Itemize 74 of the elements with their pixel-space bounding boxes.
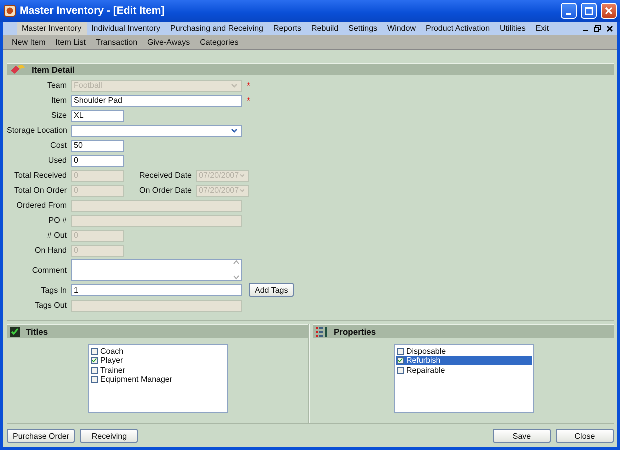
window-title: Master Inventory - [Edit Item]: [20, 5, 166, 17]
menu-item[interactable]: Window: [382, 22, 421, 35]
menu-item[interactable]: Settings: [344, 22, 383, 35]
panel-title: Titles: [26, 326, 48, 337]
menu-item[interactable]: Product Activation: [420, 22, 496, 35]
field-label: Item: [50, 96, 67, 106]
restore-icon[interactable]: [594, 25, 601, 32]
field-label: Cost: [50, 141, 67, 150]
menu-item[interactable]: Reports: [268, 22, 306, 35]
panel-title: Properties: [334, 326, 376, 337]
submenu-item[interactable]: Categories: [195, 38, 244, 46]
list-item[interactable]: Disposable: [396, 346, 532, 356]
field-label: PO #: [48, 216, 67, 226]
list-item[interactable]: Player: [90, 356, 226, 366]
field-label: On Order Date: [138, 186, 192, 196]
field-label: Team: [46, 81, 67, 90]
menu-item[interactable]: Individual Inventory: [86, 22, 166, 35]
field-label: # Out: [46, 231, 67, 240]
checkbox[interactable]: [396, 357, 404, 364]
text-field[interactable]: 0: [71, 154, 124, 167]
scroll-down-icon[interactable]: [233, 275, 240, 280]
comment-field[interactable]: [71, 259, 242, 282]
submenu-item[interactable]: Give-Aways: [142, 38, 196, 46]
field-label: On Hand: [34, 246, 67, 256]
field-label: Size: [50, 111, 67, 120]
checkbox[interactable]: [90, 366, 98, 374]
menu-item[interactable]: Purchasing and Receiving: [166, 22, 268, 35]
text-field[interactable]: XL: [71, 110, 124, 122]
field-label: Received Date: [138, 171, 192, 180]
add-tags-button[interactable]: Add Tags: [249, 283, 294, 298]
submenu-item[interactable]: Item List: [50, 38, 92, 46]
text-field[interactable]: 50: [71, 140, 124, 152]
field-label: Used: [47, 156, 67, 166]
list-item[interactable]: Equipment Manager: [90, 374, 226, 384]
dropdown-field[interactable]: [71, 124, 242, 137]
app-icon: [4, 5, 16, 17]
text-field[interactable]: Shoulder Pad: [71, 94, 242, 107]
footer-button[interactable]: Save: [493, 429, 551, 443]
field-label: Tags Out: [34, 301, 67, 310]
list-item[interactable]: Coach: [90, 346, 226, 356]
checkbox[interactable]: [90, 376, 98, 384]
checkbox[interactable]: [90, 357, 98, 364]
menu-item[interactable]: Exit: [530, 22, 554, 35]
submenu-item[interactable]: New Item: [7, 38, 51, 46]
footer-button[interactable]: Purchase Order: [7, 429, 76, 443]
eraser-icon: [10, 64, 26, 75]
field-label: Tags In: [40, 286, 67, 295]
minimize-icon[interactable]: [561, 3, 577, 19]
caret-icon[interactable]: [230, 126, 239, 136]
list-item[interactable]: Refurbish: [396, 356, 532, 366]
field-label: Total Received: [14, 171, 67, 180]
checkbox[interactable]: [396, 348, 404, 355]
list-item[interactable]: Repairable: [396, 365, 532, 375]
field-label: Ordered From: [16, 201, 67, 210]
section-title: Item Detail: [32, 64, 75, 75]
required-mark: *: [247, 80, 251, 91]
checklist-icon: [316, 326, 328, 337]
checkmark-shield-icon: [10, 326, 20, 337]
footer-button[interactable]: Receiving: [80, 429, 138, 443]
submenu-item[interactable]: Transaction: [91, 38, 143, 46]
maximize-icon[interactable]: [581, 3, 597, 19]
required-mark: *: [247, 96, 251, 106]
menu-item[interactable]: Rebuild: [306, 22, 344, 35]
field-label: Storage Location: [7, 126, 67, 136]
close-icon[interactable]: [607, 26, 613, 32]
field-label: Total On Order: [14, 186, 67, 196]
text-field[interactable]: 1: [71, 284, 242, 296]
checkbox[interactable]: [396, 366, 404, 374]
checkbox[interactable]: [90, 348, 98, 355]
menu-item[interactable]: Master Inventory: [17, 22, 87, 35]
list-item[interactable]: Trainer: [90, 365, 226, 375]
menu-item[interactable]: Utilities: [495, 22, 531, 35]
footer-button[interactable]: Close: [556, 429, 614, 443]
field-label: Comment: [31, 266, 67, 275]
